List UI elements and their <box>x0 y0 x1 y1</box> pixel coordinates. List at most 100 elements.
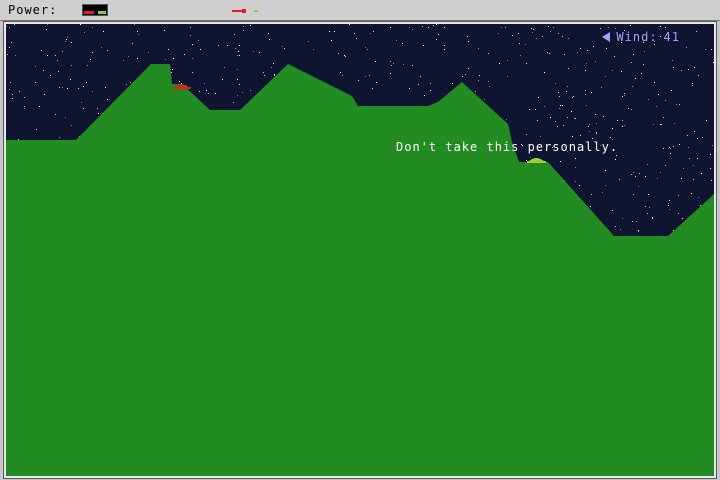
star <box>465 74 466 75</box>
star <box>46 29 47 30</box>
star <box>624 95 625 96</box>
star <box>424 95 425 96</box>
star <box>308 41 309 42</box>
star <box>698 197 699 198</box>
star <box>43 70 44 71</box>
star <box>665 100 666 101</box>
star <box>422 26 423 27</box>
star <box>638 186 639 187</box>
star <box>555 121 556 122</box>
star <box>529 109 530 110</box>
star <box>601 87 602 88</box>
star <box>227 45 228 46</box>
star <box>282 46 283 47</box>
star <box>672 60 673 61</box>
star <box>562 36 563 37</box>
star <box>132 43 133 44</box>
star <box>560 161 561 162</box>
star <box>243 30 244 31</box>
star <box>67 37 68 38</box>
star <box>669 147 670 148</box>
star <box>36 129 37 130</box>
star <box>575 167 576 168</box>
star <box>488 81 489 82</box>
star <box>701 173 702 174</box>
star <box>624 93 625 94</box>
star <box>215 93 216 94</box>
star <box>6 26 7 27</box>
star <box>575 181 576 182</box>
star <box>484 99 485 100</box>
star <box>705 49 706 50</box>
star <box>338 53 339 54</box>
star <box>603 116 604 117</box>
star <box>585 94 586 95</box>
star <box>665 27 666 28</box>
star <box>526 160 527 161</box>
star <box>694 67 695 68</box>
star <box>549 53 550 54</box>
star <box>649 207 650 208</box>
star <box>375 61 376 62</box>
star <box>711 49 712 50</box>
star <box>84 32 85 33</box>
star <box>617 120 618 121</box>
star <box>11 42 12 43</box>
star <box>533 29 534 30</box>
star <box>660 124 661 125</box>
star <box>250 90 251 91</box>
star <box>218 45 219 46</box>
star <box>531 28 532 29</box>
power-meter-fill-red <box>84 11 94 14</box>
star <box>475 91 476 92</box>
star <box>233 102 234 103</box>
star <box>589 124 590 125</box>
star <box>643 64 644 65</box>
star <box>80 24 81 25</box>
star <box>518 33 519 34</box>
star <box>591 92 592 93</box>
star <box>172 69 173 70</box>
power-meter[interactable] <box>82 4 108 16</box>
star <box>596 132 597 133</box>
star <box>403 64 404 65</box>
star <box>444 27 445 28</box>
star <box>87 65 88 66</box>
star <box>702 137 703 138</box>
playfield[interactable]: Wind: 41 Don't take this personally. <box>3 21 717 479</box>
star <box>622 120 623 121</box>
star <box>342 75 343 76</box>
star <box>9 89 10 90</box>
star <box>164 30 165 31</box>
star <box>644 51 645 52</box>
star <box>65 41 66 42</box>
star <box>24 106 25 107</box>
star <box>689 158 690 159</box>
star <box>616 155 617 156</box>
star <box>331 40 332 41</box>
star <box>692 85 693 86</box>
battlefield-canvas[interactable] <box>6 24 714 476</box>
star <box>615 28 616 29</box>
star <box>92 27 93 28</box>
star <box>436 39 437 40</box>
star <box>253 51 254 52</box>
star <box>137 31 138 32</box>
star <box>47 24 48 25</box>
star <box>412 29 413 30</box>
star <box>97 108 98 109</box>
star <box>645 206 646 207</box>
star <box>19 91 20 92</box>
star <box>600 28 601 29</box>
star <box>107 99 108 100</box>
star <box>396 40 397 41</box>
star <box>134 24 135 25</box>
star <box>409 88 410 89</box>
star <box>681 178 682 179</box>
star <box>633 54 634 55</box>
star <box>647 213 648 214</box>
star <box>35 82 36 83</box>
star <box>71 65 72 66</box>
star <box>200 49 201 50</box>
star <box>573 96 574 97</box>
